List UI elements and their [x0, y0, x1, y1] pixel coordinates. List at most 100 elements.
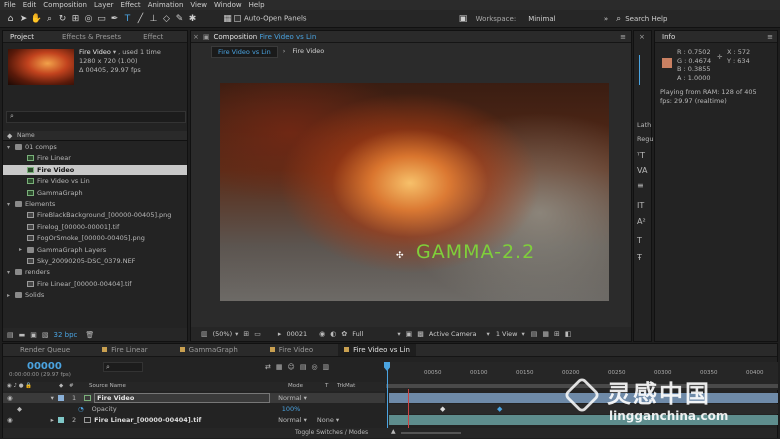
project-item[interactable]: ▾ renders — [3, 267, 187, 277]
menu-item-edit[interactable]: Edit — [23, 1, 37, 9]
type-tool-icon[interactable]: T — [121, 12, 134, 25]
pan-behind-tool-icon[interactable]: ◎ — [82, 12, 95, 25]
clone-tool-icon[interactable]: ⊥ — [147, 12, 160, 25]
project-item[interactable]: ▸ Solids — [3, 290, 187, 300]
column-mode[interactable]: Mode — [288, 383, 303, 389]
transparency-grid-icon[interactable]: ▩ — [417, 330, 424, 338]
column-t[interactable]: T — [325, 383, 328, 389]
column-trkmat[interactable]: TrkMat — [337, 383, 355, 389]
menu-item-help[interactable]: Help — [249, 1, 265, 9]
tab-timeline-fire-linear[interactable]: Fire Linear — [95, 346, 154, 354]
auto-open-toggle[interactable]: ▦ Auto-Open Panels — [221, 12, 306, 25]
draft-3d-icon[interactable]: ▦ — [276, 363, 283, 371]
tab-timeline-fire-video-vs-lin[interactable]: Fire Video vs Lin — [338, 344, 416, 356]
project-item[interactable]: Fire Linear — [3, 153, 187, 163]
rectangle-tool-icon[interactable]: ▭ — [95, 12, 108, 25]
interpret-footage-icon[interactable]: ▤ — [7, 331, 14, 339]
expand-triangle-icon[interactable]: ▾ — [51, 394, 54, 402]
menu-item-animation[interactable]: Animation — [148, 1, 184, 9]
tab-timeline-gammagraph[interactable]: GammaGraph — [173, 346, 245, 354]
project-item[interactable]: FogOrSmoke_[00000-00405].png — [3, 233, 187, 243]
camera-tool-icon[interactable]: ⊞ — [69, 12, 82, 25]
menu-item-file[interactable]: File — [4, 1, 16, 9]
hand-tool-icon[interactable]: ✋ — [30, 12, 43, 25]
view-select[interactable]: 1 View — [496, 330, 518, 338]
chevron-down-icon[interactable]: ▾ — [7, 269, 15, 276]
menu-item-view[interactable]: View — [190, 1, 207, 9]
search-help-input[interactable]: Search Help — [625, 15, 667, 23]
menu-item-window[interactable]: Window — [214, 1, 242, 9]
close-icon[interactable]: × — [191, 33, 201, 41]
layer-name[interactable]: Fire Video — [94, 393, 271, 403]
grid-icon[interactable]: ⊞ — [243, 330, 249, 338]
project-item[interactable]: Firelog_[00000-00001].tif — [3, 222, 187, 232]
project-item[interactable]: ▸ GammaGraph Layers — [3, 245, 187, 255]
auto-open-checkbox[interactable] — [234, 15, 241, 22]
panel-menu-icon[interactable]: ≡ — [620, 33, 626, 41]
stopwatch-icon[interactable]: ◔ — [78, 405, 84, 413]
layer-row-1[interactable]: ◉ ▾ 1 Fire Video Normal ▾ — [3, 393, 385, 403]
toggle-switches-modes[interactable]: Toggle Switches / Modes — [295, 429, 368, 436]
project-item[interactable]: Sky_20090205-DSC_0379.NEF — [3, 256, 187, 266]
selection-tool-icon[interactable]: ➤ — [17, 12, 30, 25]
project-item[interactable]: Fire Video vs Lin — [3, 176, 187, 186]
frame-blending-icon[interactable]: ▤ — [300, 363, 307, 371]
tab-effect-controls[interactable]: Effect — [136, 33, 170, 41]
property-value[interactable]: 100% — [282, 405, 301, 413]
show-snapshot-icon[interactable]: ◐ — [330, 330, 336, 338]
eraser-tool-icon[interactable]: ◇ — [160, 12, 173, 25]
roto-tool-icon[interactable]: ✎ — [173, 12, 186, 25]
flowchart-icon[interactable]: ⊞ — [554, 330, 560, 338]
color-channel-icon[interactable]: ✿ — [341, 330, 347, 338]
rotate-tool-icon[interactable]: ↻ — [56, 12, 69, 25]
column-name[interactable]: Name — [17, 132, 35, 139]
workspace-select[interactable]: Minimal » — [528, 15, 608, 23]
current-frame[interactable]: 00021 — [286, 330, 307, 338]
close-icon[interactable]: × — [639, 33, 645, 41]
tab-project[interactable]: Project — [3, 33, 41, 41]
layer-row-2[interactable]: ◉ ▸ 2 Fire Linear_[00000-00404].tif Norm… — [3, 415, 385, 425]
project-item[interactable]: ▾ Elements — [3, 199, 187, 209]
zoom-slider[interactable] — [401, 432, 461, 434]
new-folder-icon[interactable]: ▬ — [19, 331, 26, 339]
chevron-down-icon[interactable]: ▾ — [113, 48, 116, 56]
column-source-name[interactable]: Source Name — [89, 383, 126, 389]
project-item[interactable]: Fire Video — [3, 164, 187, 175]
tab-effects-presets[interactable]: Effects & Presets — [55, 33, 128, 41]
fast-preview-icon[interactable]: ▤ — [531, 330, 538, 338]
chevron-down-icon[interactable]: ▾ — [7, 201, 15, 208]
layer-name[interactable]: Fire Linear_[00000-00404].tif — [94, 416, 274, 424]
new-comp-icon[interactable]: ▣ — [30, 331, 37, 339]
bpc-label[interactable]: 32 bpc — [54, 331, 78, 339]
brush-tool-icon[interactable]: ╱ — [134, 12, 147, 25]
camera-snapshot-icon[interactable]: ◉ — [319, 330, 325, 338]
project-item[interactable]: FireBlackBackground_[00000-00405].png — [3, 210, 187, 220]
puppet-tool-icon[interactable]: ✱ — [186, 12, 199, 25]
resolution-select[interactable]: Full — [352, 330, 363, 338]
panel-menu-icon[interactable]: ≡ — [767, 33, 773, 41]
zoom-out-icon[interactable]: ▲ — [391, 428, 396, 435]
project-item[interactable]: GammaGraph — [3, 188, 187, 198]
project-search[interactable]: ⌕ — [6, 111, 186, 123]
zoom-tool-icon[interactable]: ⌕ — [43, 12, 56, 25]
tab-timeline-render-queue[interactable]: Render Queue — [13, 346, 77, 354]
timeline-search-input[interactable]: ⌕ — [103, 362, 143, 372]
tab-info[interactable]: Info — [655, 33, 682, 41]
chevron-right-icon[interactable]: ▸ — [7, 292, 15, 299]
chevron-right-icon[interactable]: ▸ — [19, 246, 27, 253]
layer-mode-select[interactable]: Normal — [278, 416, 302, 424]
lock-icon[interactable]: ▣ — [201, 33, 212, 41]
current-timecode[interactable]: 00000 — [7, 361, 71, 372]
timeline-icon[interactable]: ▦ — [542, 330, 549, 338]
comp-viewer[interactable]: GAMMA-2.2 ✣ — [220, 83, 609, 301]
region-icon[interactable]: ▣ — [406, 330, 413, 338]
visibility-icon[interactable]: ◉ — [7, 394, 13, 402]
zoom-select[interactable]: (50%) — [213, 330, 233, 338]
tab-timeline-fire-video[interactable]: Fire Video — [263, 346, 320, 354]
menu-item-layer[interactable]: Layer — [94, 1, 114, 9]
trkmat-select[interactable]: None — [317, 416, 334, 424]
expand-triangle-icon[interactable]: ▸ — [51, 416, 54, 424]
subtab-fire-video-vs-lin[interactable]: Fire Video vs Lin — [211, 46, 278, 58]
opacity-property-row[interactable]: ◆ ◔ Opacity 100% — [3, 404, 385, 414]
mask-icon[interactable]: ▥ — [201, 330, 208, 338]
